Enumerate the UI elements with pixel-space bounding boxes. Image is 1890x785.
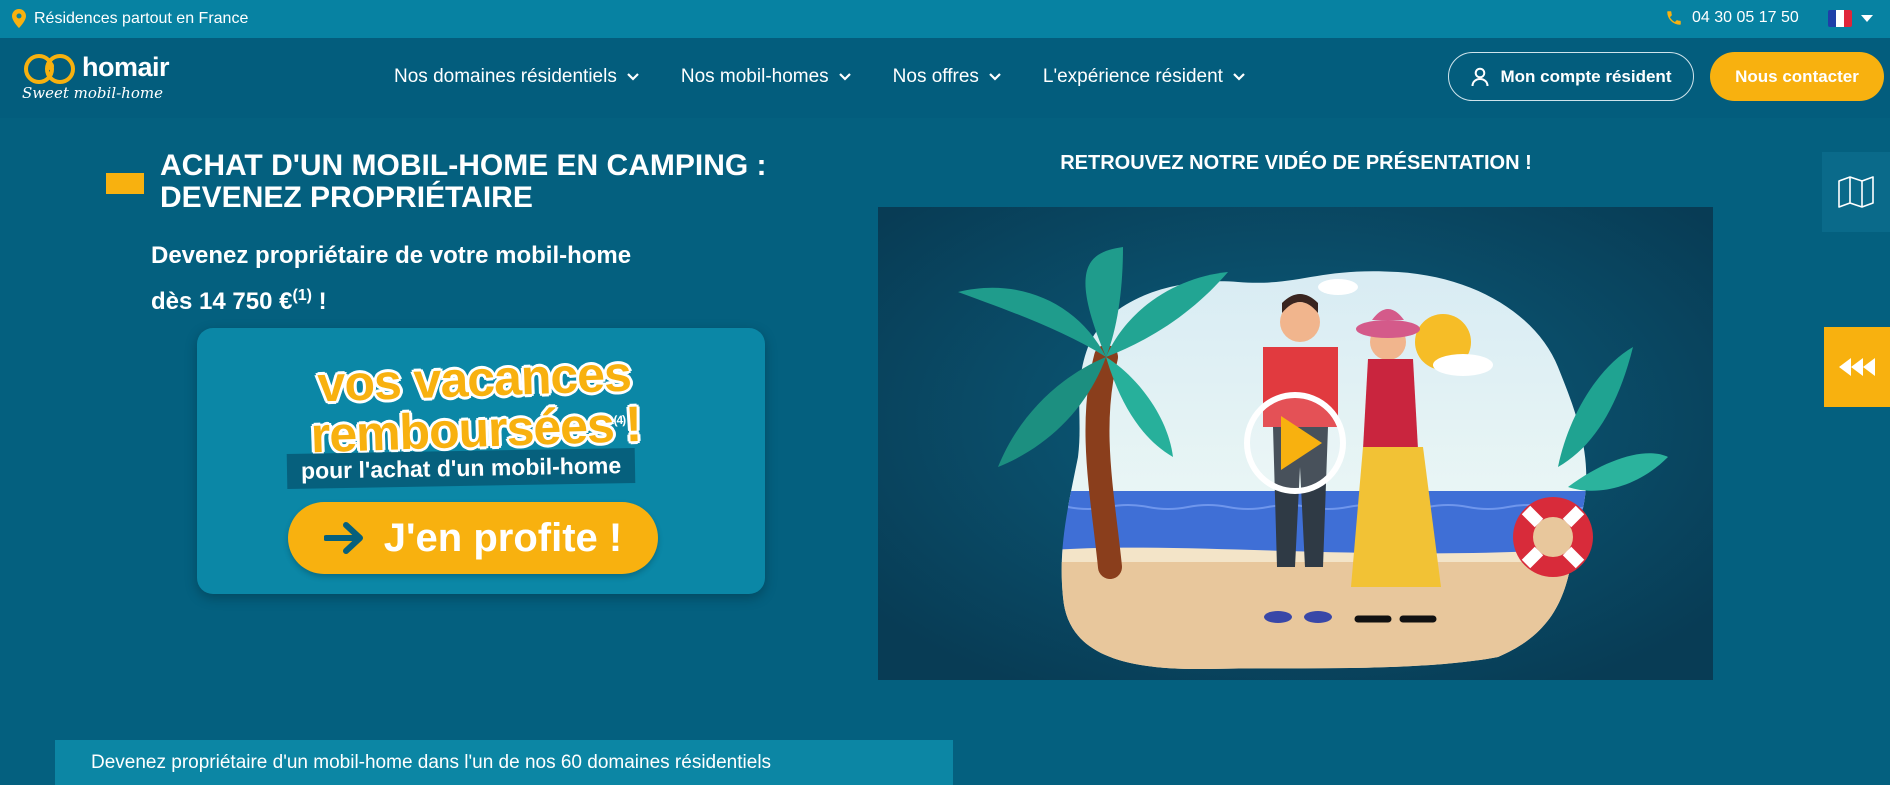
video-thumbnail: [878, 207, 1713, 680]
rewind-icon: [1839, 358, 1875, 376]
account-button-label: Mon compte résident: [1500, 66, 1672, 86]
main-nav: Nos domaines résidentiels Nos mobil-home…: [394, 66, 1287, 88]
page-title-line1: ACHAT D'UN MOBIL-HOME EN CAMPING :: [160, 149, 767, 182]
title-accent-bar: [106, 173, 144, 194]
arrow-right-icon: [323, 522, 363, 554]
domains-banner: Devenez propriétaire d'un mobil-home dan…: [55, 740, 953, 785]
location-link[interactable]: Résidences partout en France: [12, 9, 248, 28]
page-title-line2: DEVENEZ PROPRIÉTAIRE: [160, 181, 533, 214]
chevron-down-icon: [1233, 73, 1245, 81]
chevron-down-icon: [1861, 14, 1873, 22]
chevron-down-icon: [989, 73, 1001, 81]
promo-headline-bang: !: [624, 395, 642, 453]
promo-cta-button[interactable]: J'en profite !: [288, 502, 658, 574]
location-text: Résidences partout en France: [34, 9, 249, 27]
map-icon: [1838, 176, 1874, 208]
top-bar: Résidences partout en France 04 30 05 17…: [0, 0, 1890, 38]
language-selector[interactable]: [1828, 10, 1874, 27]
phone-icon: [1667, 11, 1681, 25]
contact-button-label: Nous contacter: [1735, 66, 1859, 86]
video-heading: RETROUVEZ NOTRE VIDÉO DE PRÉSENTATION !: [1060, 152, 1532, 174]
location-pin-icon: [12, 9, 26, 28]
price-subtitle: Devenez propriétaire de votre mobil-home…: [151, 236, 711, 322]
user-icon: [1471, 67, 1489, 86]
promo-card: vos vacances remboursées(4)! pour l'acha…: [197, 328, 765, 594]
homair-logo[interactable]: homair Sweet mobil-home: [22, 50, 172, 105]
subtitle-line1: Devenez propriétaire de votre mobil-home: [151, 242, 632, 269]
promo-footnote: (4): [613, 412, 626, 428]
subtitle-suffix: !: [312, 288, 327, 315]
page-title: ACHAT D'UN MOBIL-HOME EN CAMPING : DEVEN…: [160, 150, 800, 214]
logo-tagline: Sweet mobil-home: [22, 84, 163, 102]
subtitle-price: dès 14 750 €: [151, 288, 293, 315]
contact-button[interactable]: Nous contacter: [1710, 52, 1884, 101]
account-button[interactable]: Mon compte résident: [1448, 52, 1694, 101]
nav-item-label: Nos mobil-homes: [680, 66, 829, 87]
phone-number: 04 30 05 17 50: [1692, 9, 1799, 26]
nav-item-label: Nos offres: [892, 66, 979, 87]
promo-cta-label: J'en profite !: [383, 515, 623, 560]
nav-item-offres[interactable]: Nos offres: [893, 66, 1001, 88]
phone-link[interactable]: 04 30 05 17 50: [1665, 9, 1799, 27]
nav-item-domaines[interactable]: Nos domaines résidentiels: [394, 66, 639, 88]
france-flag-icon: [1828, 10, 1852, 27]
domains-banner-text: Devenez propriétaire d'un mobil-home dan…: [91, 751, 772, 773]
presentation-video[interactable]: [878, 207, 1713, 680]
nav-item-mobil-homes[interactable]: Nos mobil-homes: [681, 66, 851, 88]
nav-item-label: L'expérience résident: [1042, 66, 1223, 87]
rewind-widget[interactable]: [1824, 327, 1890, 407]
nav-item-experience[interactable]: L'expérience résident: [1043, 66, 1245, 88]
promo-headline: vos vacances remboursées(4)!: [263, 346, 686, 464]
main-header: homair Sweet mobil-home Nos domaines rés…: [0, 38, 1890, 118]
logo-brand: homair: [82, 52, 170, 82]
promo-subline: pour l'achat d'un mobil-home: [286, 447, 636, 490]
nav-item-label: Nos domaines résidentiels: [394, 66, 617, 87]
logo-rings-icon: [24, 54, 75, 84]
chevron-down-icon: [838, 73, 851, 81]
subtitle-footnote: (1): [292, 287, 313, 304]
chevron-down-icon: [627, 73, 639, 81]
map-widget[interactable]: [1822, 152, 1890, 232]
